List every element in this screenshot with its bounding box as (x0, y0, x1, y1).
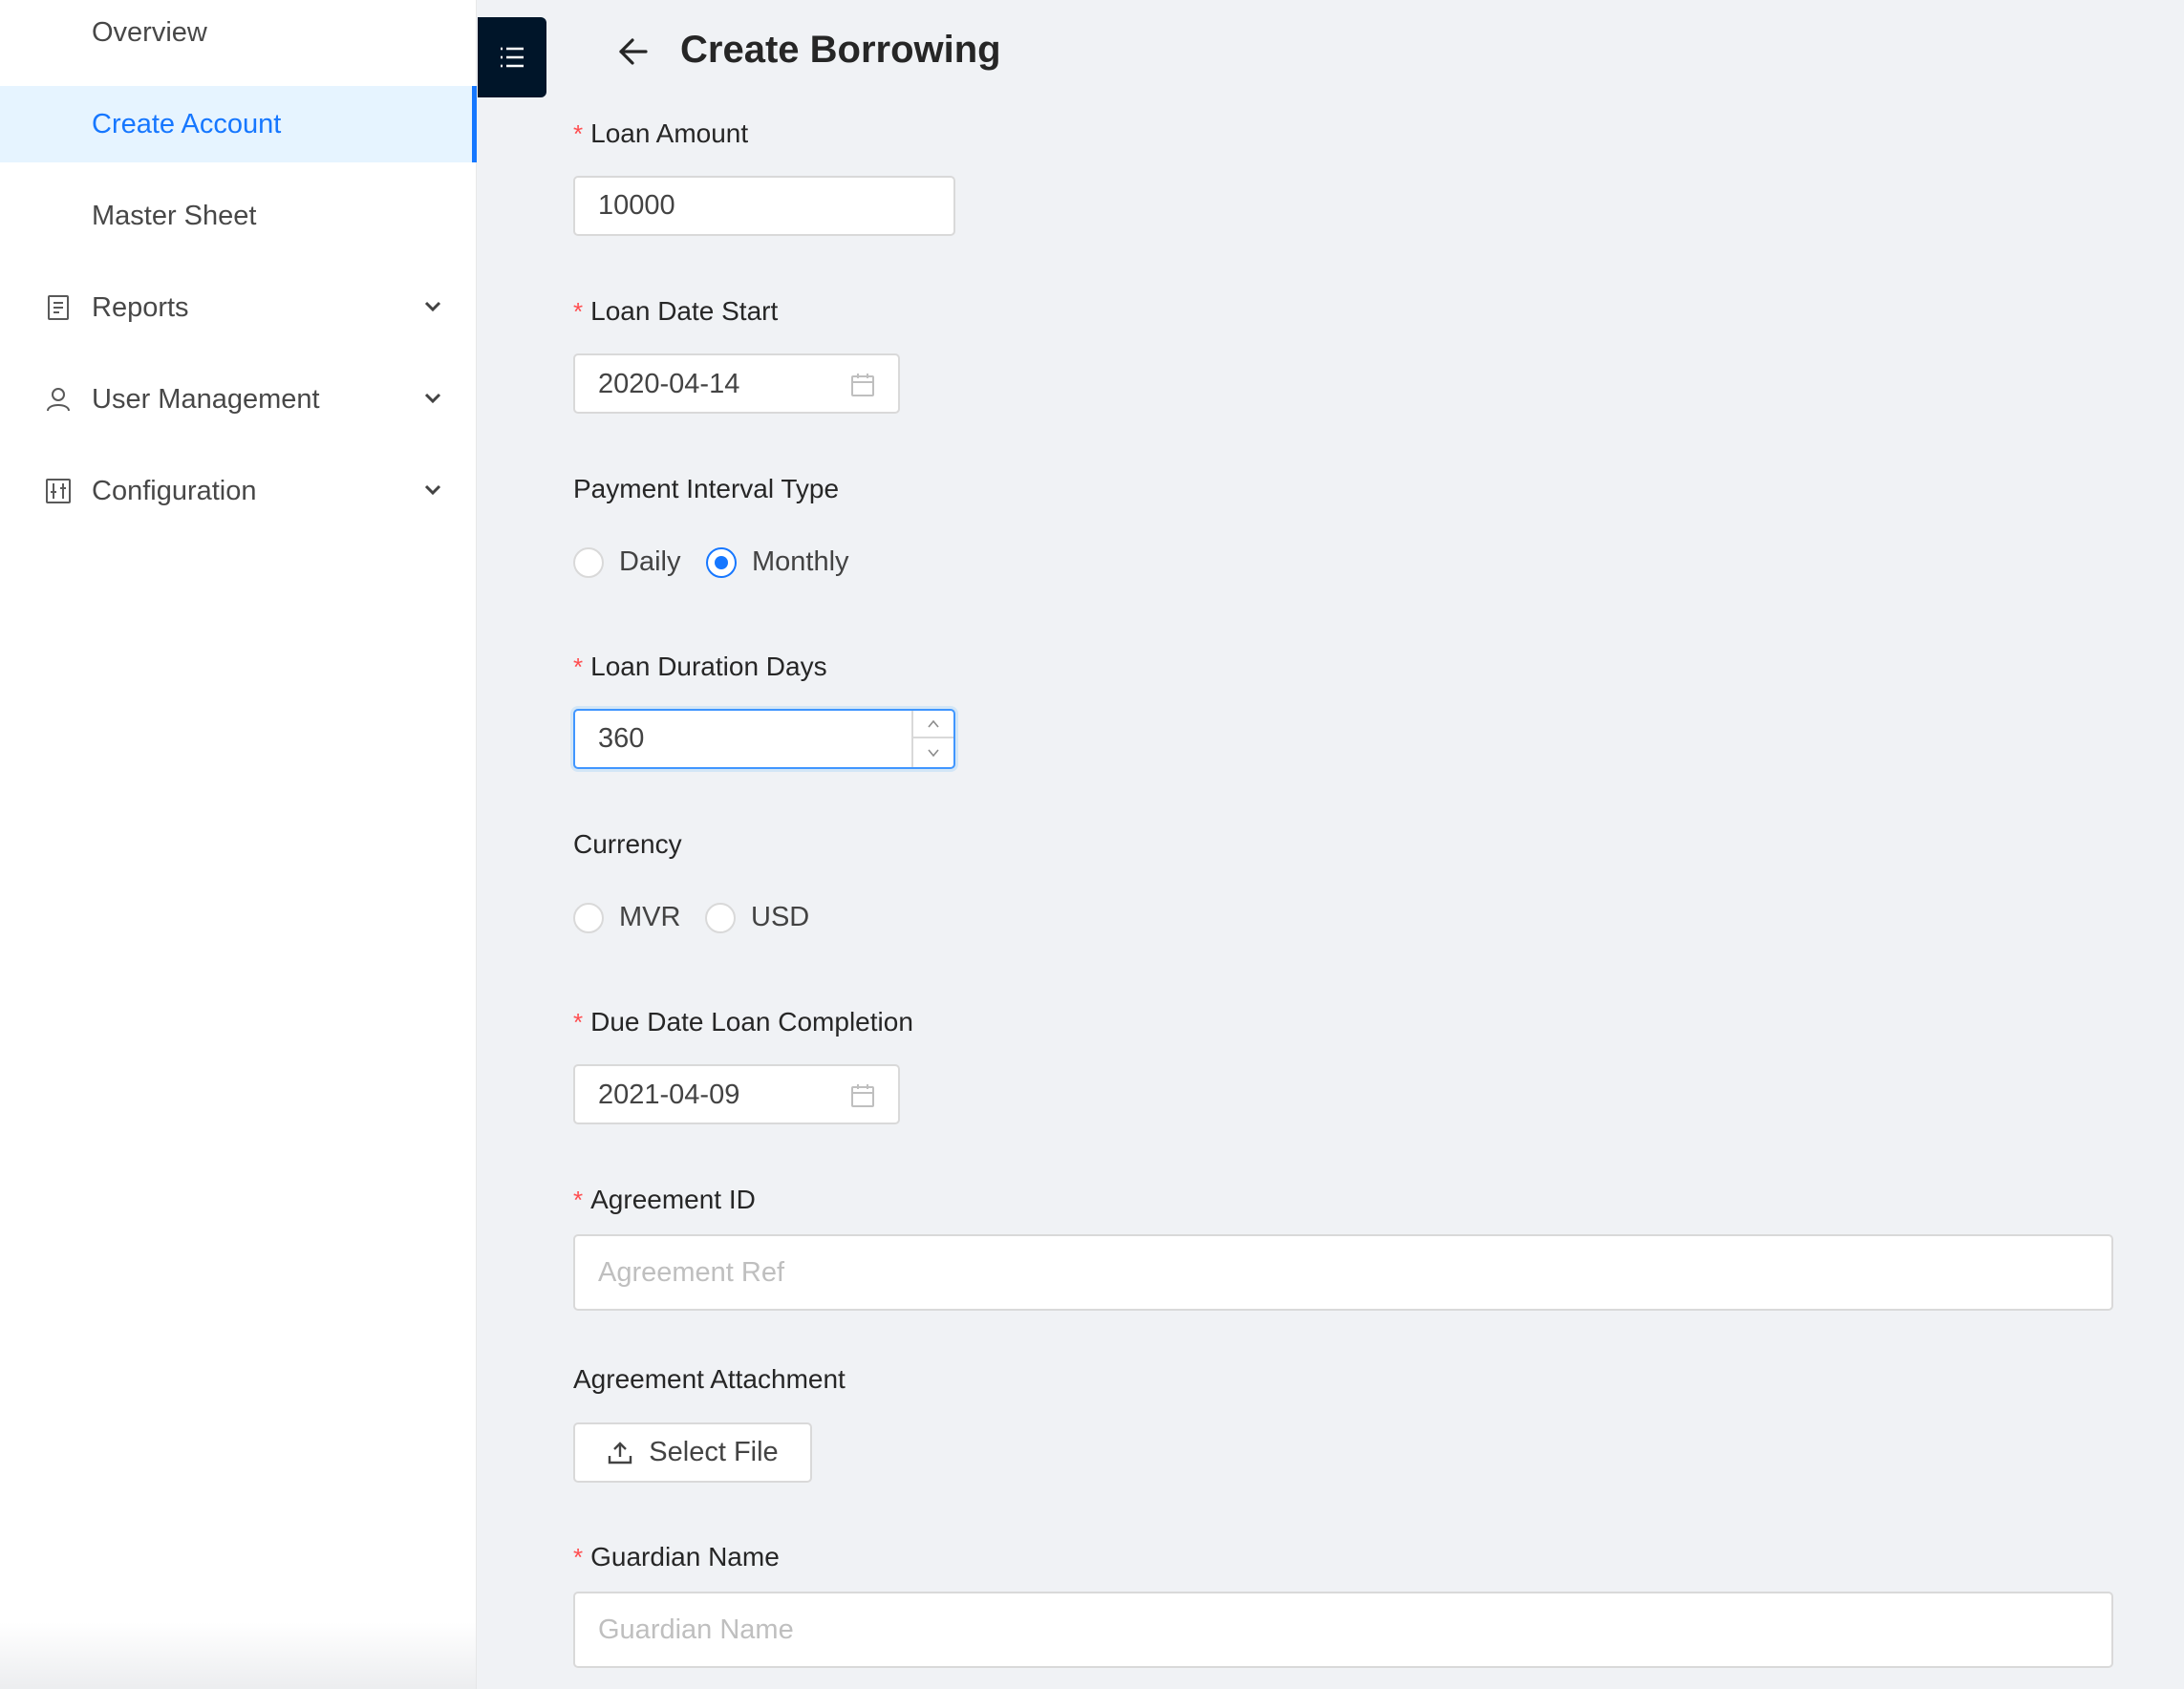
required-mark: * (573, 1543, 584, 1571)
loan-date-start-value: 2020-04-14 (598, 369, 740, 399)
required-mark: * (573, 1008, 584, 1037)
sidebar-item-configuration[interactable]: Configuration (0, 453, 477, 529)
sidebar-item-master-sheet[interactable]: Master Sheet (0, 178, 477, 254)
agreement-id-input[interactable] (573, 1234, 2113, 1311)
select-file-label: Select File (649, 1437, 779, 1467)
guardian-name-input[interactable] (573, 1592, 2113, 1668)
agreement-attachment-label: Agreement Attachment (573, 1364, 846, 1394)
reports-icon (48, 295, 69, 320)
required-mark: * (573, 297, 584, 326)
chevron-down-icon (424, 484, 441, 496)
guardian-name-label: * Guardian Name (573, 1542, 780, 1571)
increment-button[interactable] (913, 711, 953, 738)
required-mark: * (573, 652, 584, 681)
sidebar-toggle-button[interactable] (478, 17, 546, 97)
currency-label: Currency (573, 829, 682, 859)
payment-interval-type-label: Payment Interval Type (573, 474, 840, 503)
agreement-id-label: * Agreement ID (573, 1185, 756, 1214)
sidebar-item-label: Master Sheet (92, 200, 257, 231)
loan-amount-input[interactable] (573, 176, 955, 236)
due-date-picker[interactable]: 2021-04-09 (573, 1064, 900, 1124)
loan-duration-days-label: * Loan Duration Days (573, 652, 827, 681)
radio-circle (573, 546, 604, 578)
chevron-down-icon (928, 748, 939, 757)
required-mark: * (573, 1186, 584, 1214)
calendar-icon (851, 374, 874, 396)
arrow-left-icon[interactable] (616, 34, 651, 69)
radio-monthly[interactable]: Monthly (706, 546, 849, 578)
sidebar-item-create-account[interactable]: Create Account (0, 86, 477, 162)
loan-duration-days-field (573, 709, 955, 769)
decrement-button[interactable] (913, 738, 953, 766)
radio-daily[interactable]: Daily (573, 546, 680, 578)
required-mark: * (573, 119, 584, 148)
number-stepper (911, 711, 953, 767)
configuration-icon (46, 479, 71, 503)
radio-label: Daily (619, 546, 681, 577)
calendar-icon (851, 1084, 874, 1107)
due-date-value: 2021-04-09 (598, 1080, 740, 1110)
radio-label: Monthly (752, 546, 849, 577)
chevron-down-icon (424, 393, 441, 404)
radio-label: MVR (619, 902, 681, 932)
sidebar: Overview Create Account Master Sheet Rep… (0, 0, 477, 1689)
chevron-up-icon (928, 719, 939, 728)
sidebar-item-label: Create Account (92, 108, 282, 139)
sidebar-item-user-management[interactable]: User Management (0, 361, 477, 438)
sidebar-bottom-shadow (0, 1622, 477, 1689)
select-file-button[interactable]: Select File (573, 1422, 812, 1483)
radio-circle (573, 902, 604, 933)
sidebar-item-overview[interactable]: Overview (0, 0, 477, 71)
sidebar-item-reports[interactable]: Reports (0, 269, 477, 346)
sidebar-item-label: Overview (92, 16, 207, 48)
user-icon (47, 388, 70, 412)
loan-date-start-label: * Loan Date Start (573, 296, 779, 326)
sidebar-item-label: User Management (92, 383, 320, 415)
loan-amount-label: * Loan Amount (573, 118, 749, 148)
loan-date-start-picker[interactable]: 2020-04-14 (573, 353, 900, 414)
upload-icon (609, 1441, 632, 1464)
menu-list-icon (501, 47, 524, 68)
radio-label: USD (751, 902, 810, 932)
radio-circle (705, 902, 736, 933)
radio-circle-checked (706, 546, 737, 578)
due-date-label: * Due Date Loan Completion (573, 1007, 913, 1037)
chevron-down-icon (424, 301, 441, 312)
radio-usd[interactable]: USD (705, 902, 809, 933)
sidebar-item-label: Reports (92, 291, 189, 323)
sidebar-item-label: Configuration (92, 475, 257, 506)
radio-mvr[interactable]: MVR (573, 902, 680, 933)
loan-duration-days-input[interactable] (575, 711, 913, 767)
page-title: Create Borrowing (680, 29, 1001, 71)
